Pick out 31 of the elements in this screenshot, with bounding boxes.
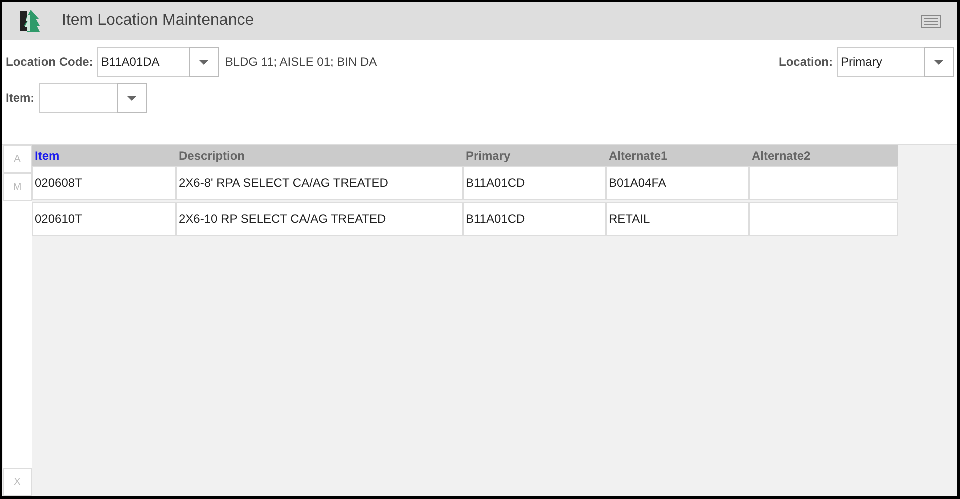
table-cell: B01A04FA (606, 166, 749, 200)
dropdown-button[interactable] (189, 47, 220, 77)
table-cell: 2X6-8' RPA SELECT CA/AG TREATED (176, 166, 463, 200)
column-header[interactable]: Alternate2 (749, 145, 898, 166)
index-letter[interactable]: M (3, 173, 32, 201)
dropdown-field[interactable] (38, 83, 117, 113)
table-cell: 2X6-10 RP SELECT CA/AG TREATED (176, 202, 463, 236)
field-label: Location Code: (6, 55, 94, 69)
menu-icon (921, 14, 941, 28)
table-cell: 020610T (32, 202, 176, 236)
caret-icon (126, 96, 137, 100)
column-header[interactable]: Alternate1 (606, 145, 749, 166)
index-letter[interactable]: A (3, 145, 32, 173)
index-letter[interactable]: X (3, 468, 32, 496)
dropdown-button[interactable] (924, 47, 954, 77)
window-title: Item Location Maintenance (62, 12, 254, 30)
field-label: Item: (6, 91, 35, 105)
table-cell: B11A01CD (463, 166, 606, 200)
tree-logo-icon (18, 9, 42, 33)
caret-icon (934, 60, 944, 64)
column-header[interactable]: Description (176, 145, 463, 166)
column-header[interactable]: Item (32, 145, 176, 166)
column-header[interactable]: Primary (463, 145, 606, 166)
table-cell: RETAIL (606, 202, 749, 236)
menu-button[interactable] (921, 14, 941, 28)
table-cell: B11A01CD (463, 202, 606, 236)
caret-icon (199, 60, 210, 64)
field-label: Location: (779, 55, 833, 69)
location-description: BLDG 11; AISLE 01; BIN DA (225, 55, 378, 69)
dropdown-button[interactable] (116, 83, 147, 113)
table-cell: 020608T (32, 166, 176, 200)
